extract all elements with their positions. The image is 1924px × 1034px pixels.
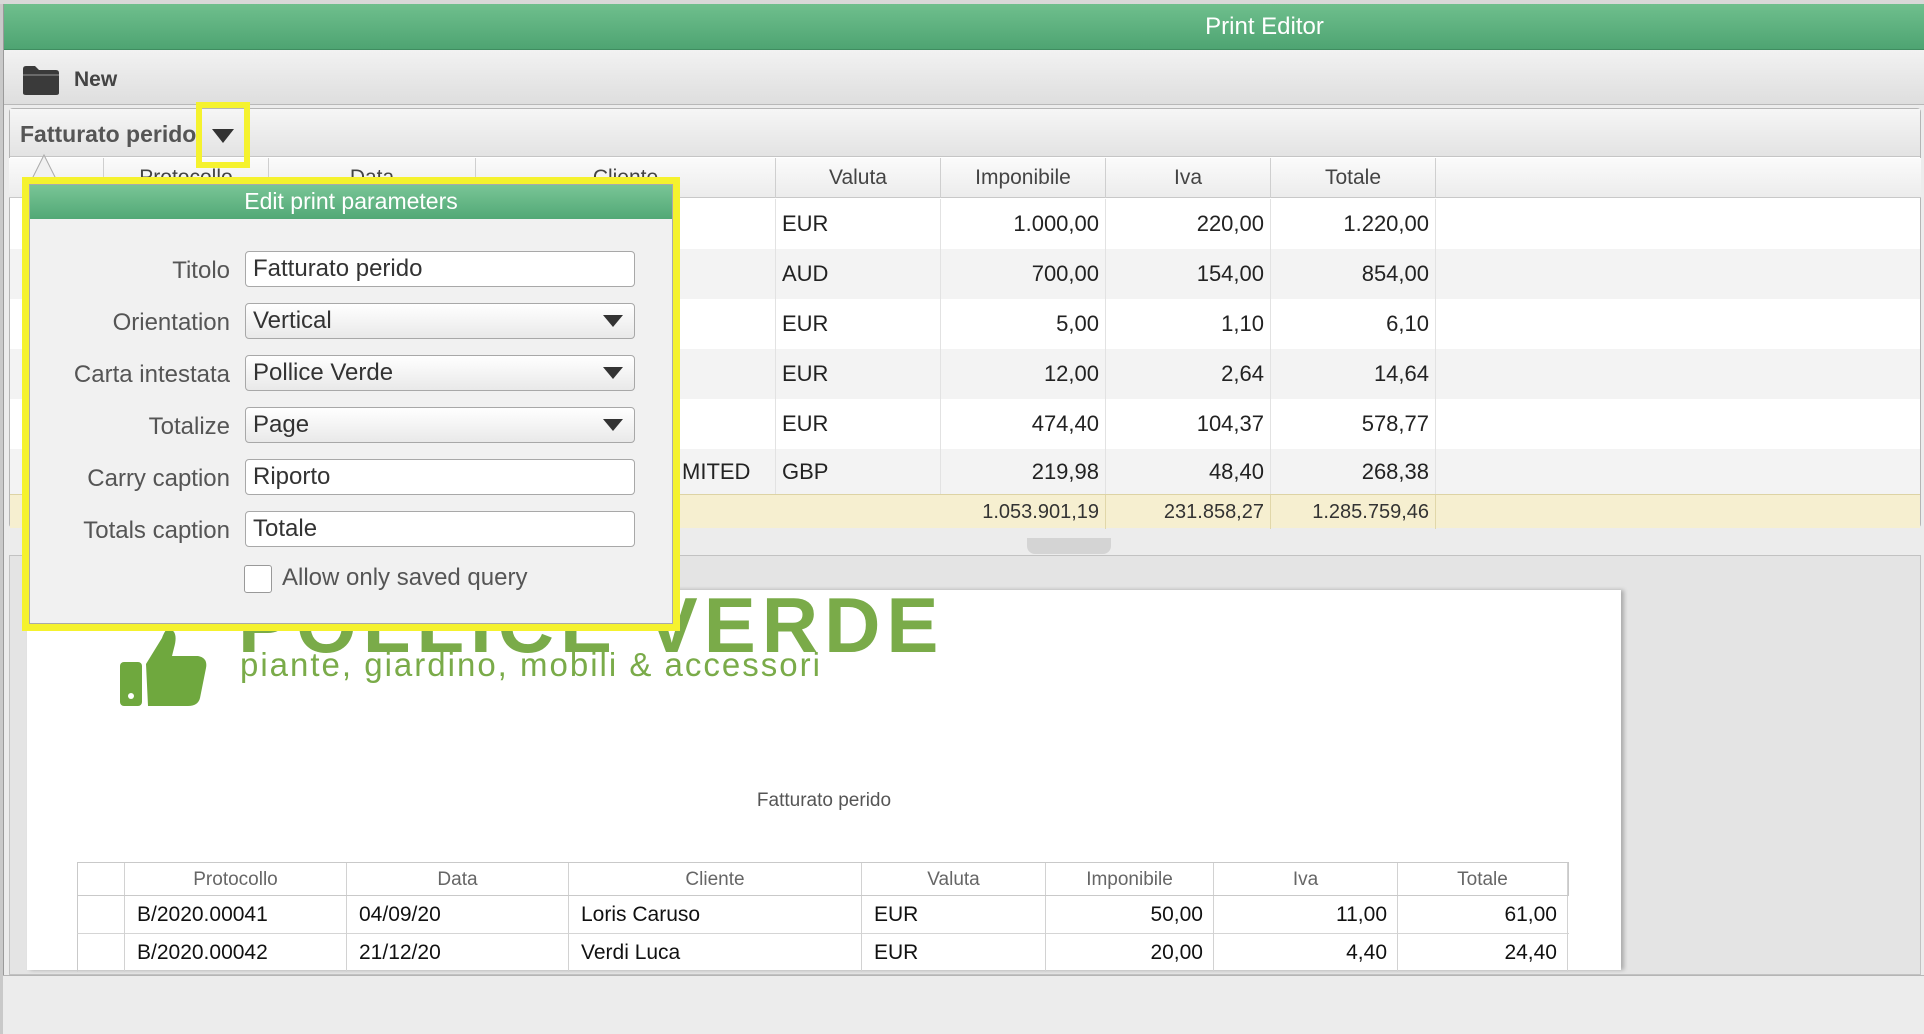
total-imponibile: 1.053.901,19 (941, 495, 1106, 529)
report-title: Fatturato perido (756, 790, 892, 811)
total-totale: 1.285.759,46 (1271, 495, 1436, 529)
preview-cell-totale: 61,00 (1398, 896, 1568, 934)
splitter-handle[interactable] (1027, 538, 1111, 554)
cell-valuta: EUR (776, 399, 941, 449)
column-header-valuta[interactable]: Valuta (776, 158, 941, 198)
preview-cell-blank (78, 934, 125, 972)
cell-iva: 2,64 (1106, 349, 1271, 399)
chevron-down-icon (602, 313, 624, 329)
cell-valuta: EUR (776, 349, 941, 399)
cell-imponibile: 219,98 (941, 449, 1106, 494)
preview-cell-imponibile: 50,00 (1046, 896, 1214, 934)
carry-caption-input[interactable] (245, 459, 635, 495)
preview-cell-totale: 24,40 (1398, 934, 1568, 972)
allow-saved-query-checkbox[interactable] (244, 565, 272, 593)
chevron-down-icon (602, 417, 624, 433)
thumbs-up-logo-icon (118, 620, 210, 708)
carta-intestata-value: Pollice Verde (253, 359, 394, 386)
cell-valuta: EUR (776, 299, 941, 349)
cell-iva: 220,00 (1106, 199, 1271, 249)
total-iva: 231.858,27 (1106, 495, 1271, 529)
titolo-input[interactable] (245, 251, 635, 287)
preview-header-protocollo: Protocollo (125, 863, 347, 895)
new-button[interactable]: New (74, 68, 117, 92)
allow-saved-query-label[interactable]: Allow only saved query (282, 564, 527, 592)
cell-valuta: EUR (776, 199, 941, 249)
totalize-select[interactable]: Page (245, 407, 635, 443)
carry-caption-label: Carry caption (87, 465, 230, 492)
orientation-label: Orientation (112, 309, 230, 336)
window-title: Print Editor (1205, 13, 1324, 40)
preview-table-row: B/2020.00041 04/09/20 Loris Caruso EUR 5… (77, 896, 1569, 934)
preview-cell-cliente: Loris Caruso (569, 896, 862, 934)
cell-imponibile: 1.000,00 (941, 199, 1106, 249)
preview-header-imponibile: Imponibile (1046, 863, 1214, 895)
cell-cliente: MITED (676, 449, 776, 494)
cell-totale: 268,38 (1271, 449, 1436, 494)
cell-imponibile: 700,00 (941, 249, 1106, 299)
column-header-iva[interactable]: Iva (1106, 158, 1271, 198)
carta-intestata-select[interactable]: Pollice Verde (245, 355, 635, 391)
status-bar (3, 975, 1924, 1034)
panel-header: Fatturato perido (10, 109, 1920, 157)
preview-cell-protocollo: B/2020.00041 (125, 896, 347, 934)
cell-totale: 854,00 (1271, 249, 1436, 299)
preview-cell-protocollo: B/2020.00042 (125, 934, 347, 972)
preview-header-blank (78, 863, 125, 895)
toolbar: New (4, 50, 1924, 105)
preview-header-totale: Totale (1398, 863, 1568, 895)
preview-table-header: Protocollo Data Cliente Valuta Imponibil… (77, 862, 1569, 896)
preview-cell-cliente: Verdi Luca (569, 934, 862, 972)
panel-title: Fatturato perido (20, 121, 197, 147)
edit-print-parameters-popover: Edit print parameters Titolo Orientation… (29, 184, 673, 624)
preview-cell-valuta: EUR (862, 934, 1046, 972)
preview-table-row: B/2020.00042 21/12/20 Verdi Luca EUR 20,… (77, 934, 1569, 972)
print-params-dropdown-button[interactable] (210, 126, 236, 146)
totals-caption-input[interactable] (245, 511, 635, 547)
cell-totale: 6,10 (1271, 299, 1436, 349)
cell-totale: 578,77 (1271, 399, 1436, 449)
totalize-label: Totalize (148, 413, 230, 440)
orientation-select[interactable]: Vertical (245, 303, 635, 339)
preview-header-valuta: Valuta (862, 863, 1046, 895)
carta-intestata-label: Carta intestata (73, 361, 230, 388)
cell-valuta: GBP (776, 449, 941, 494)
totals-caption-label: Totals caption (83, 517, 230, 544)
cell-imponibile: 474,40 (941, 399, 1106, 449)
preview-cell-imponibile: 20,00 (1046, 934, 1214, 972)
popover-arrow (30, 152, 58, 180)
preview-cell-blank (78, 896, 125, 934)
preview-header-cliente: Cliente (569, 863, 862, 895)
cell-valuta: AUD (776, 249, 941, 299)
popover-title: Edit print parameters (30, 185, 672, 219)
preview-cell-data: 21/12/20 (347, 934, 569, 972)
folder-icon[interactable] (22, 64, 60, 96)
preview-cell-iva: 4,40 (1214, 934, 1398, 972)
preview-cell-valuta: EUR (862, 896, 1046, 934)
preview-cell-data: 04/09/20 (347, 896, 569, 934)
orientation-value: Vertical (253, 307, 332, 334)
cell-imponibile: 5,00 (941, 299, 1106, 349)
cell-totale: 14,64 (1271, 349, 1436, 399)
cell-iva: 1,10 (1106, 299, 1271, 349)
cell-totale: 1.220,00 (1271, 199, 1436, 249)
titolo-label: Titolo (172, 257, 230, 284)
preview-header-iva: Iva (1214, 863, 1398, 895)
cell-iva: 154,00 (1106, 249, 1271, 299)
cell-iva: 48,40 (1106, 449, 1271, 494)
cell-iva: 104,37 (1106, 399, 1271, 449)
logo-subtitle: piante, giardino, mobili & accessori (240, 646, 822, 683)
column-header-imponibile[interactable]: Imponibile (941, 158, 1106, 198)
preview-header-data: Data (347, 863, 569, 895)
totalize-value: Page (253, 411, 310, 438)
column-header-totale[interactable]: Totale (1271, 158, 1436, 198)
chevron-down-icon (602, 365, 624, 381)
cell-imponibile: 12,00 (941, 349, 1106, 399)
preview-cell-iva: 11,00 (1214, 896, 1398, 934)
